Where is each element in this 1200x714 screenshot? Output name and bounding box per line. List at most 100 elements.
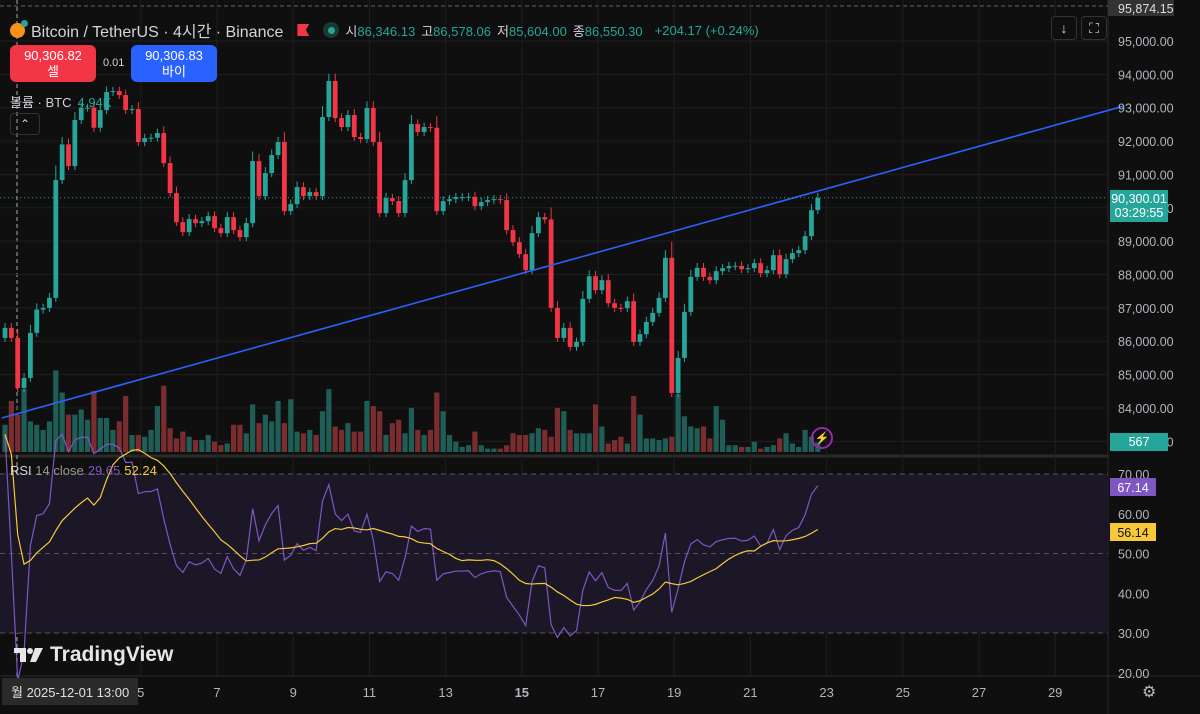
volume-bar: [719, 419, 726, 452]
volume-bar: [154, 406, 160, 452]
price-tick-label: 88,000.00: [1118, 269, 1174, 283]
volume-bar: [8, 401, 14, 452]
lightning-icon[interactable]: ⚡: [811, 427, 833, 449]
rsi-value-label: 67.14: [1117, 481, 1148, 495]
candle-body: [491, 199, 497, 201]
volume-bar: [148, 429, 154, 452]
crosshair-time-label: 월 2025-12-01 13:00: [2, 678, 139, 705]
volume-bar: [250, 404, 256, 452]
flag-icon[interactable]: [297, 24, 310, 36]
sell-button[interactable]: 90,306.82 셀: [10, 45, 96, 82]
volume-bar: [338, 429, 345, 452]
volume-bar: [288, 399, 294, 452]
candle-body: [231, 217, 236, 231]
candle-body: [523, 254, 529, 271]
chart-canvas[interactable]: 95,000.00 94,000.00 93,000.00 92,000.00 91,0…: [0, 0, 1200, 714]
tradingview-logo-icon: [14, 648, 43, 662]
candle-body: [262, 173, 268, 197]
candle-body: [713, 271, 719, 281]
candle-body: [447, 199, 452, 202]
volume-bar: [624, 443, 630, 452]
candle-body: [377, 142, 383, 214]
volume-bar: [358, 431, 364, 452]
price-tick-label: 91,000.00: [1118, 168, 1174, 182]
chevron-up-icon[interactable]: ⌃: [10, 113, 40, 135]
volume-bar: [770, 445, 776, 452]
candle-body: [383, 198, 389, 214]
volume-bar: [446, 435, 453, 452]
candle-body: [180, 222, 186, 233]
volume-bar: [561, 411, 567, 452]
volume-bar: [504, 445, 510, 452]
buy-button[interactable]: 90,306.83 바이: [131, 45, 217, 82]
volume-bar: [34, 424, 40, 452]
rsi-band: [0, 473, 1108, 634]
volume-bar: [434, 392, 440, 452]
candle-body: [764, 270, 770, 274]
candle-body: [453, 197, 459, 200]
time-tick-label: 19: [667, 685, 681, 700]
time-tick-label: 21: [743, 685, 757, 700]
candle-body: [624, 301, 630, 309]
candle-body: [434, 127, 440, 212]
volume-bar: [275, 401, 281, 452]
candle-body: [72, 120, 78, 167]
candle-body: [218, 228, 224, 234]
rsi-tick-label: 60.00: [1118, 508, 1149, 522]
candle-body: [650, 312, 656, 322]
candle-body: [770, 255, 776, 271]
volume-bar: [300, 433, 307, 452]
volume-bar: [789, 443, 795, 452]
volume-bar: [326, 389, 332, 452]
tradingview-logo[interactable]: TradingView: [14, 643, 173, 667]
candle-body: [326, 81, 332, 118]
candle-body: [301, 187, 306, 197]
volume-bar: [237, 424, 243, 452]
candle-body: [47, 297, 52, 308]
candle-body: [421, 127, 427, 133]
last-price-label: 03:29:55: [1115, 206, 1164, 220]
volume-bar: [383, 435, 389, 452]
fullscreen-icon[interactable]: ⛶: [1081, 16, 1107, 40]
candle-body: [637, 334, 643, 342]
time-tick-label: 7: [213, 685, 220, 700]
candle-body: [155, 133, 160, 138]
volume-bar: [758, 448, 764, 452]
candle-body: [669, 257, 675, 393]
candle-body: [631, 301, 637, 342]
candle-body: [656, 297, 662, 313]
time-tick-label: 15: [515, 685, 529, 700]
volume-bar: [516, 435, 522, 452]
scroll-down-icon[interactable]: ↓: [1051, 16, 1077, 40]
volume-bar: [726, 445, 732, 452]
price-tick-label: 92,000.00: [1118, 135, 1174, 149]
candle-body: [790, 253, 795, 260]
candle-body: [294, 187, 300, 205]
candle-body: [567, 327, 573, 347]
candle-body: [415, 124, 421, 133]
time-tick-label: 13: [438, 685, 452, 700]
volume-bar: [535, 428, 541, 452]
volume-bar: [421, 435, 427, 452]
volume-bar: [745, 446, 751, 452]
candle-body: [694, 267, 700, 277]
volume-bar: [542, 429, 548, 452]
price-tick-label: 84,000.00: [1118, 402, 1174, 416]
time-tick-label: 17: [591, 685, 605, 700]
settings-icon[interactable]: ⚙: [1142, 682, 1156, 702]
candle-body: [599, 280, 605, 291]
symbol-title[interactable]: Bitcoin / TetherUS · 4시간 · Binance: [31, 18, 283, 42]
price-tick-label: 94,000.00: [1118, 68, 1174, 82]
candle-body: [688, 276, 694, 312]
volume-bar: [529, 433, 535, 452]
candle-body: [409, 124, 414, 181]
volume-bar: [465, 445, 472, 452]
candle-body: [148, 137, 154, 139]
volume-bar: [491, 448, 497, 452]
volume-bar: [84, 419, 91, 452]
volume-legend: 볼륨 · BTC 4.94K: [10, 95, 112, 110]
volume-bar: [129, 435, 135, 452]
volume-bar: [777, 438, 783, 452]
volume-bar: [281, 423, 287, 452]
volume-bar: [231, 424, 237, 452]
